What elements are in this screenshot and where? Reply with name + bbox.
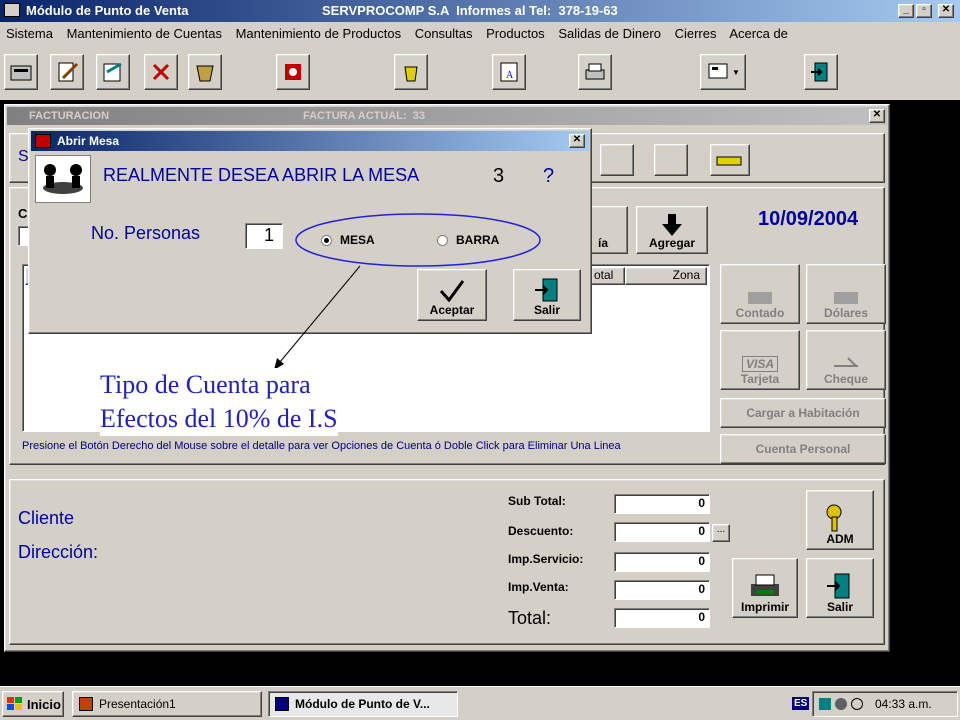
annotation-overlay bbox=[274, 213, 541, 370]
annotation-line-2: Efectos del 10% de I.S bbox=[100, 404, 338, 433]
language-indicator[interactable]: ES bbox=[792, 697, 810, 710]
powerpoint-icon bbox=[79, 697, 93, 711]
annotation-line-1: Tipo de Cuenta para bbox=[100, 370, 311, 399]
annotation-text: Tipo de Cuenta para Efectos del 10% de I… bbox=[100, 368, 338, 436]
annotation-arrow-line bbox=[279, 265, 361, 363]
taskbar: Inicio Presentación1 Módulo de Punto de … bbox=[0, 686, 960, 720]
system-tray: 04:33 a.m. bbox=[812, 691, 958, 717]
pos-app-icon bbox=[275, 697, 289, 711]
start-button[interactable]: Inicio bbox=[2, 691, 64, 717]
network-icon[interactable] bbox=[819, 698, 831, 710]
task-presentacion[interactable]: Presentación1 bbox=[72, 691, 262, 717]
windows-logo-icon bbox=[7, 697, 22, 710]
task-modulo[interactable]: Módulo de Punto de V... bbox=[268, 691, 458, 717]
scheduler-icon[interactable] bbox=[851, 698, 863, 710]
clock: 04:33 a.m. bbox=[875, 697, 932, 711]
volume-icon[interactable] bbox=[835, 698, 847, 710]
annotation-ellipse bbox=[295, 213, 541, 267]
